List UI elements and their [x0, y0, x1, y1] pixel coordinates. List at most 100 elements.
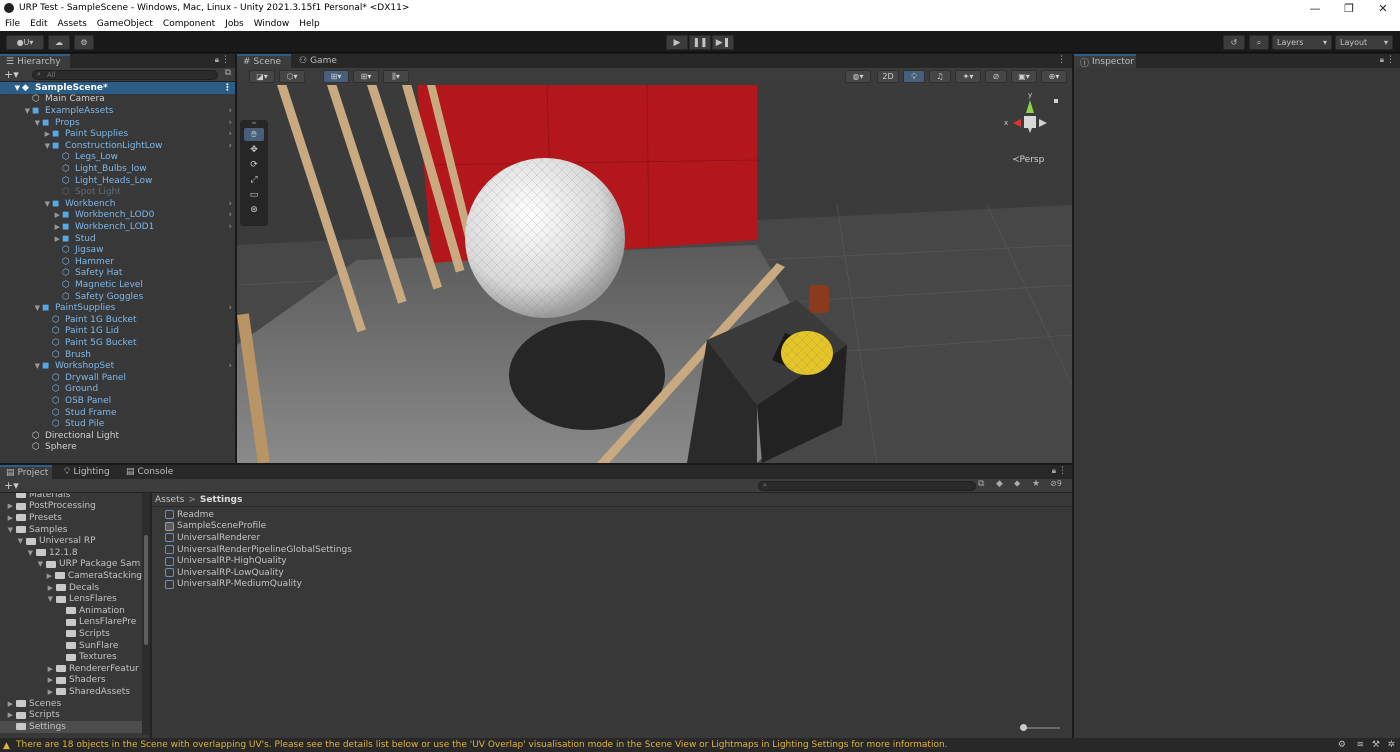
asset-item[interactable]: UniversalRenderer: [165, 532, 260, 544]
hierarchy-item[interactable]: ⬡ Safety Goggles: [0, 291, 235, 303]
hierarchy-search-input[interactable]: ⌕ All: [32, 70, 218, 80]
hierarchy-item[interactable]: ▼ ◼ WorkshopSet ›: [0, 360, 235, 372]
expand-arrow-icon[interactable]: ▼: [0, 595, 56, 603]
hierarchy-item[interactable]: ⬡ Sphere: [0, 442, 235, 454]
lighting-toggle[interactable]: 💡︎: [903, 70, 925, 83]
tab-lighting[interactable]: 💡︎ Lighting: [58, 465, 116, 479]
hierarchy-item[interactable]: ⬡ Safety Hat: [0, 268, 235, 280]
cache-icon[interactable]: ≋: [1356, 740, 1364, 750]
effects-dropdown[interactable]: ✦▾: [955, 70, 981, 83]
expand-arrow-icon[interactable]: ▼: [0, 200, 52, 208]
rect-tool-icon[interactable]: ▭: [244, 188, 264, 201]
pause-button[interactable]: ❚❚: [689, 35, 711, 50]
hierarchy-item[interactable]: ⬡ OSB Panel: [0, 395, 235, 407]
scale-tool-icon[interactable]: ⤢: [244, 173, 264, 186]
folder-tree-item[interactable]: ▼ LensFlares: [0, 593, 142, 605]
camera-settings-dropdown[interactable]: ▣▾: [1011, 70, 1037, 83]
tree-scrollbar-thumb[interactable]: [144, 535, 148, 645]
chevron-right-icon[interactable]: ›: [228, 141, 232, 151]
hierarchy-item[interactable]: ⬡ Ground: [0, 384, 235, 396]
kebab-menu-icon[interactable]: ⋮: [1057, 55, 1066, 65]
lock-icon[interactable]: 🔒︎: [1380, 55, 1384, 65]
collapse-arrow-icon[interactable]: ▶: [0, 514, 16, 522]
tree-scrollbar[interactable]: [142, 493, 150, 735]
folder-tree-item[interactable]: ▼ Universal RP: [0, 535, 142, 547]
hierarchy-item[interactable]: ▼ ◼ PaintSupplies ›: [0, 302, 235, 314]
hierarchy-item[interactable]: ⬡ Paint 5G Bucket: [0, 337, 235, 349]
scene-filter-icon[interactable]: ⧉: [225, 68, 231, 78]
asset-item[interactable]: UniversalRenderPipelineGlobalSettings: [165, 544, 352, 556]
hierarchy-item[interactable]: ⬡ Directional Light: [0, 430, 235, 442]
asset-item[interactable]: Readme: [165, 509, 214, 521]
render-mode-dropdown[interactable]: ⬡▾: [279, 70, 305, 83]
icon-size-slider-thumb[interactable]: [1020, 724, 1027, 731]
project-search-input[interactable]: ⌕: [758, 481, 976, 491]
hierarchy-item[interactable]: ⬡ Drywall Panel: [0, 372, 235, 384]
tab-scene[interactable]: # Scene: [237, 54, 291, 68]
increment-snap-dropdown[interactable]: ⫼▾: [383, 70, 409, 83]
search-button[interactable]: ⌕: [1249, 35, 1269, 50]
expand-arrow-icon[interactable]: ▼: [0, 560, 46, 568]
hierarchy-item[interactable]: ⬡ Magnetic Level: [0, 279, 235, 291]
expand-arrow-icon[interactable]: ▼: [0, 362, 42, 370]
expand-arrow-icon[interactable]: ▼: [0, 537, 26, 545]
account-dropdown[interactable]: ● U ▾: [6, 35, 44, 50]
transform-tool-icon[interactable]: ⊛: [244, 203, 264, 216]
folder-tree-item[interactable]: Settings: [0, 721, 142, 733]
filter-type-icon[interactable]: ◆: [996, 479, 1003, 489]
collapse-arrow-icon[interactable]: ▶: [0, 130, 52, 138]
layout-dropdown[interactable]: Layout ▾: [1335, 35, 1393, 50]
folder-tree-item[interactable]: ▶ PostProcessing: [0, 501, 142, 513]
expand-arrow-icon[interactable]: ▼: [0, 304, 42, 312]
hierarchy-item[interactable]: ▶ ◼ Workbench_LOD0 ›: [0, 210, 235, 222]
cloud-button[interactable]: ☁: [48, 35, 70, 50]
rotate-tool-icon[interactable]: ⟳: [244, 158, 264, 171]
collapse-arrow-icon[interactable]: ▶: [0, 235, 62, 243]
chevron-right-icon[interactable]: ›: [228, 361, 232, 371]
chevron-right-icon[interactable]: ›: [228, 222, 232, 232]
collapse-arrow-icon[interactable]: ▶: [0, 211, 62, 219]
layers-dropdown[interactable]: Layers ▾: [1272, 35, 1332, 50]
collapse-arrow-icon[interactable]: ▶: [0, 688, 56, 696]
expand-arrow-icon[interactable]: ▼: [0, 119, 42, 127]
folder-tree-item[interactable]: ▼ Samples: [0, 524, 142, 536]
folder-tree-item[interactable]: ▶ SharedAssets: [0, 686, 142, 698]
move-tool-icon[interactable]: ✥: [244, 143, 264, 156]
folder-tree-item[interactable]: ▶ Scripts: [0, 709, 142, 721]
collapse-arrow-icon[interactable]: ▶: [0, 665, 56, 673]
collapse-arrow-icon[interactable]: ▶: [0, 584, 56, 592]
projection-toggle[interactable]: ≺Persp: [1012, 155, 1044, 165]
collapse-arrow-icon[interactable]: ▶: [0, 572, 55, 580]
folder-tree-item[interactable]: ▶ CameraStacking: [0, 570, 142, 582]
step-button[interactable]: ▶❚: [712, 35, 734, 50]
folder-tree-item[interactable]: LensFlarePre: [0, 617, 142, 629]
toggle-2d-button[interactable]: 2D: [877, 70, 899, 83]
chevron-right-icon[interactable]: ›: [228, 106, 232, 116]
hierarchy-item[interactable]: ▶ ◼ Paint Supplies ›: [0, 128, 235, 140]
asset-item[interactable]: SampleSceneProfile: [165, 521, 266, 533]
orientation-gizmo[interactable]: [999, 95, 1061, 153]
hidden-objects-toggle[interactable]: ⊘: [985, 70, 1007, 83]
hierarchy-item[interactable]: ▼ ◼ ConstructionLightLow ›: [0, 140, 235, 152]
hidden-packages-toggle[interactable]: ⊘9: [1050, 479, 1062, 488]
folder-tree-item[interactable]: ▶ Shaders: [0, 675, 142, 687]
grid-snap-dropdown[interactable]: ⊞▾: [353, 70, 379, 83]
draw-mode-dropdown[interactable]: ◪▾: [249, 70, 275, 83]
tab-hierarchy[interactable]: ☰ Hierarchy: [0, 54, 70, 68]
icon-size-slider[interactable]: [1020, 724, 1060, 731]
chevron-right-icon[interactable]: ›: [228, 118, 232, 128]
menu-file[interactable]: File: [0, 19, 25, 29]
add-icon[interactable]: +▾: [4, 68, 19, 81]
hand-tool-icon[interactable]: ✋︎: [244, 128, 264, 141]
collapse-arrow-icon[interactable]: ▶: [0, 676, 56, 684]
expand-arrow-icon[interactable]: ▼: [0, 549, 36, 557]
expand-arrow-icon[interactable]: ▼: [0, 107, 32, 115]
hierarchy-item[interactable]: ▶ ◼ Stud: [0, 233, 235, 245]
label-icon[interactable]: ⬥: [1014, 479, 1020, 489]
hierarchy-item[interactable]: ▼ ◼ ExampleAssets ›: [0, 105, 235, 117]
hierarchy-item[interactable]: ▶ ◼ Workbench_LOD1 ›: [0, 221, 235, 233]
folder-tree-item[interactable]: Scripts: [0, 628, 142, 640]
maximize-icon[interactable]: ❐: [1332, 2, 1366, 15]
folder-tree-item[interactable]: ▶ RendererFeatur: [0, 663, 142, 675]
asset-item[interactable]: UniversalRP-MediumQuality: [165, 579, 302, 591]
